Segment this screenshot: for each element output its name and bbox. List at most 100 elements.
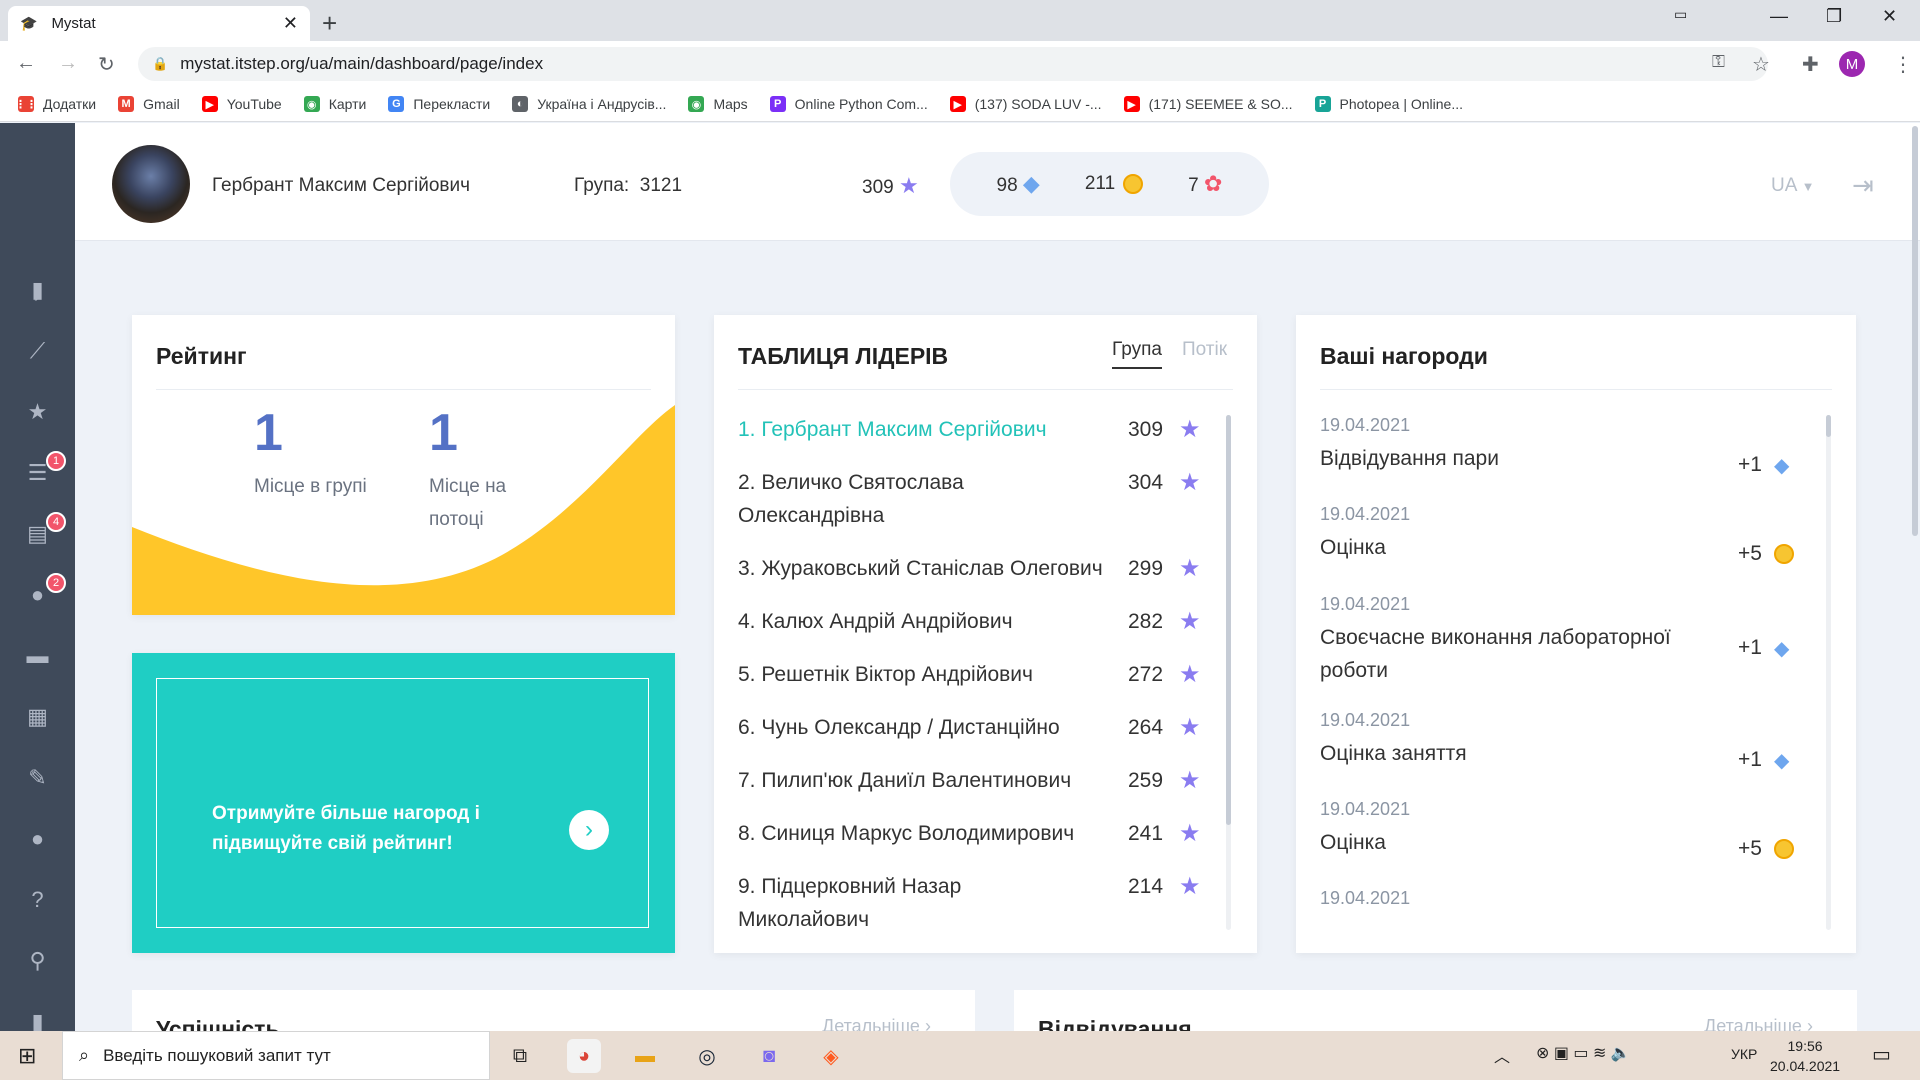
- bookmark-label: Перекласти: [413, 96, 491, 112]
- star-icon: ★: [1179, 767, 1201, 794]
- divider: [738, 389, 1233, 390]
- leader-score: 241: [1128, 822, 1164, 845]
- bookmark-item[interactable]: P Photopea | Online...: [1314, 96, 1463, 112]
- bookmark-label: YouTube: [226, 96, 282, 112]
- notifications-icon[interactable]: ▭: [1872, 1042, 1891, 1067]
- bookmark-label: Додатки: [43, 96, 97, 112]
- task-view-icon[interactable]: ⧉: [503, 1039, 537, 1073]
- back-icon[interactable]: ←: [16, 52, 36, 75]
- bookmark-item[interactable]: G Перекласти: [388, 96, 490, 112]
- extensions-icon[interactable]: ✚: [1802, 52, 1819, 77]
- bar-chart-icon[interactable]: ▮: [0, 270, 75, 310]
- tab-search-icon[interactable]: ▭: [1674, 6, 1687, 23]
- pen-icon[interactable]: ✎: [0, 758, 75, 798]
- language-selector[interactable]: UA ▼: [1771, 175, 1815, 197]
- leaderboard-row[interactable]: 2. Величко Святослава Олександрівна 304 ★: [738, 466, 1208, 532]
- bookmark-item[interactable]: M Gmail: [118, 96, 180, 112]
- award-item: 19.04.2021 Відвідування пари +1 ◆: [1320, 415, 1800, 477]
- location-icon[interactable]: ⚲: [0, 941, 75, 981]
- key-icon[interactable]: ⚿: [1712, 52, 1725, 72]
- stream-place-value: 1: [429, 404, 458, 462]
- menu-icon[interactable]: ⋮: [1893, 52, 1913, 77]
- steam-icon[interactable]: ◎: [690, 1039, 724, 1073]
- chevron-right-icon[interactable]: ›: [569, 810, 609, 850]
- user-icon[interactable]: ●: [0, 819, 75, 859]
- scrollbar-thumb[interactable]: [1226, 415, 1231, 825]
- user-avatar[interactable]: [112, 145, 190, 223]
- bookmark-item[interactable]: ◉ Карти: [303, 96, 366, 112]
- reload-icon[interactable]: ↻: [98, 52, 115, 77]
- bookmark-favicon-icon: ⋮⋮: [15, 96, 37, 112]
- bookmark-item[interactable]: ◐ Україна і Андрусів...: [512, 96, 666, 112]
- help-icon[interactable]: ?: [0, 880, 75, 920]
- profile-avatar[interactable]: M: [1839, 51, 1865, 77]
- maximize-button[interactable]: ❐: [1826, 6, 1842, 27]
- close-tab-icon[interactable]: ✕: [283, 13, 298, 34]
- bookmark-favicon-icon: M: [118, 96, 135, 112]
- stars-total: 309 ★: [862, 173, 919, 199]
- bookmark-item[interactable]: ◉ Maps: [688, 96, 748, 112]
- chevron-up-icon[interactable]: ︿: [1494, 1043, 1510, 1067]
- bookmark-item[interactable]: ▶ (137) SODA LUV -...: [949, 96, 1102, 112]
- keyboard-language[interactable]: УКР: [1731, 1046, 1757, 1062]
- taskbar-search[interactable]: ⌕ Введіть пошуковий запит тут: [62, 1031, 490, 1080]
- logout-icon[interactable]: ⇥: [1852, 170, 1874, 201]
- leader-score: 304: [1128, 471, 1164, 494]
- award-item: 19.04.2021 Оцінка заняття +1 ◆: [1320, 710, 1800, 772]
- award-date: 19.04.2021: [1320, 799, 1411, 819]
- star-icon[interactable]: ★: [0, 392, 75, 432]
- leaderboard-row[interactable]: 3. Жураковський Станіслав Олегович 299 ★: [738, 552, 1208, 585]
- award-date: 19.04.2021: [1320, 710, 1411, 730]
- award-date: 19.04.2021: [1320, 888, 1411, 908]
- bookmark-favicon-icon: ▶: [1123, 96, 1140, 112]
- file-explorer-icon[interactable]: ▬: [628, 1039, 662, 1073]
- bookmark-item[interactable]: ▶ (171) SEEMEE & SO...: [1123, 96, 1293, 112]
- tab-group[interactable]: Група: [1112, 339, 1162, 369]
- leaderboard-row[interactable]: 4. Калюх Андрій Андрійович 282 ★: [738, 605, 1208, 638]
- leaderboard-row[interactable]: 1. Гербрант Максим Сергійович 309 ★: [738, 413, 1208, 446]
- bookmark-favicon-icon: G: [388, 96, 405, 112]
- scrollbar-thumb[interactable]: [1826, 415, 1831, 437]
- tray-icons[interactable]: ⊗ ▣ ▭ ≋ 🔈: [1536, 1043, 1631, 1063]
- bookmarks-bar: ⋮⋮ Додатки M Gmail ▶ YouTube ◉ Карти G Перекласти…: [0, 87, 1920, 122]
- system-clock[interactable]: 19:56 20.04.2021: [1770, 1036, 1840, 1076]
- leaderboard-row[interactable]: 6. Чунь Олександр / Дистанційно 264 ★: [738, 711, 1208, 744]
- taskbar-search-placeholder: Введіть пошуковий запит тут: [103, 1045, 331, 1065]
- coins-value: 211: [1084, 173, 1116, 194]
- leaderboard-row[interactable]: 5. Решетнік Віктор Андрійович 272 ★: [738, 658, 1208, 691]
- discord-icon[interactable]: ◙: [752, 1039, 786, 1073]
- close-window-button[interactable]: ✕: [1882, 6, 1897, 27]
- bookmark-star-icon[interactable]: ☆: [1752, 52, 1770, 77]
- star-icon: ★: [1179, 820, 1201, 847]
- bookmark-item[interactable]: P Online Python Com...: [769, 96, 928, 112]
- browser-tab[interactable]: 🎓 Mystat ✕: [8, 6, 310, 41]
- bookmark-item[interactable]: ⋮⋮ Додатки: [15, 96, 97, 112]
- leaderboard-row[interactable]: 7. Пилип'юк Даниїл Валентинович 259 ★: [738, 764, 1208, 797]
- bookmark-item[interactable]: ▶ YouTube: [201, 96, 282, 112]
- address-bar[interactable]: 🔒 mystat.itstep.org/ua/main/dashboard/pa…: [138, 47, 1768, 81]
- line-chart-icon[interactable]: ⟋: [0, 331, 75, 371]
- app-flame-icon[interactable]: ◈: [814, 1039, 848, 1073]
- bookmark-favicon-icon: ◐: [512, 96, 529, 112]
- user-name: Гербрант Максим Сергійович: [212, 175, 471, 196]
- minimize-button[interactable]: —: [1770, 6, 1788, 27]
- leader-name-cont: Олександрівна: [738, 504, 885, 527]
- windows-start-icon[interactable]: ⊞: [18, 1043, 36, 1069]
- new-tab-button[interactable]: +: [322, 8, 337, 39]
- card-icon[interactable]: ▬: [0, 636, 75, 676]
- group-place-value: 1: [254, 404, 283, 462]
- stars-value: 309: [862, 177, 894, 198]
- star-icon: ★: [1179, 416, 1201, 443]
- wave-shape: [132, 405, 675, 615]
- page-scrollbar-thumb[interactable]: [1912, 126, 1918, 536]
- chrome-app-icon[interactable]: ◕: [567, 1039, 601, 1073]
- bookmark-label: Україна і Андрусів...: [537, 96, 667, 112]
- promo-card[interactable]: Отримуйте більше нагород і підвищуйте св…: [132, 653, 675, 953]
- caret-down-icon: ▼: [1801, 179, 1815, 194]
- leaderboard-row[interactable]: 8. Синиця Маркус Володимирович 241 ★: [738, 817, 1208, 850]
- calendar-icon[interactable]: ▦: [0, 697, 75, 737]
- leaderboard-row[interactable]: 9. Підцерковний Назар Миколайович 214 ★: [738, 870, 1208, 936]
- stream-place-label: Місце на потоці: [429, 470, 506, 536]
- tab-stream[interactable]: Потік: [1182, 339, 1227, 361]
- forward-icon[interactable]: →: [58, 52, 78, 75]
